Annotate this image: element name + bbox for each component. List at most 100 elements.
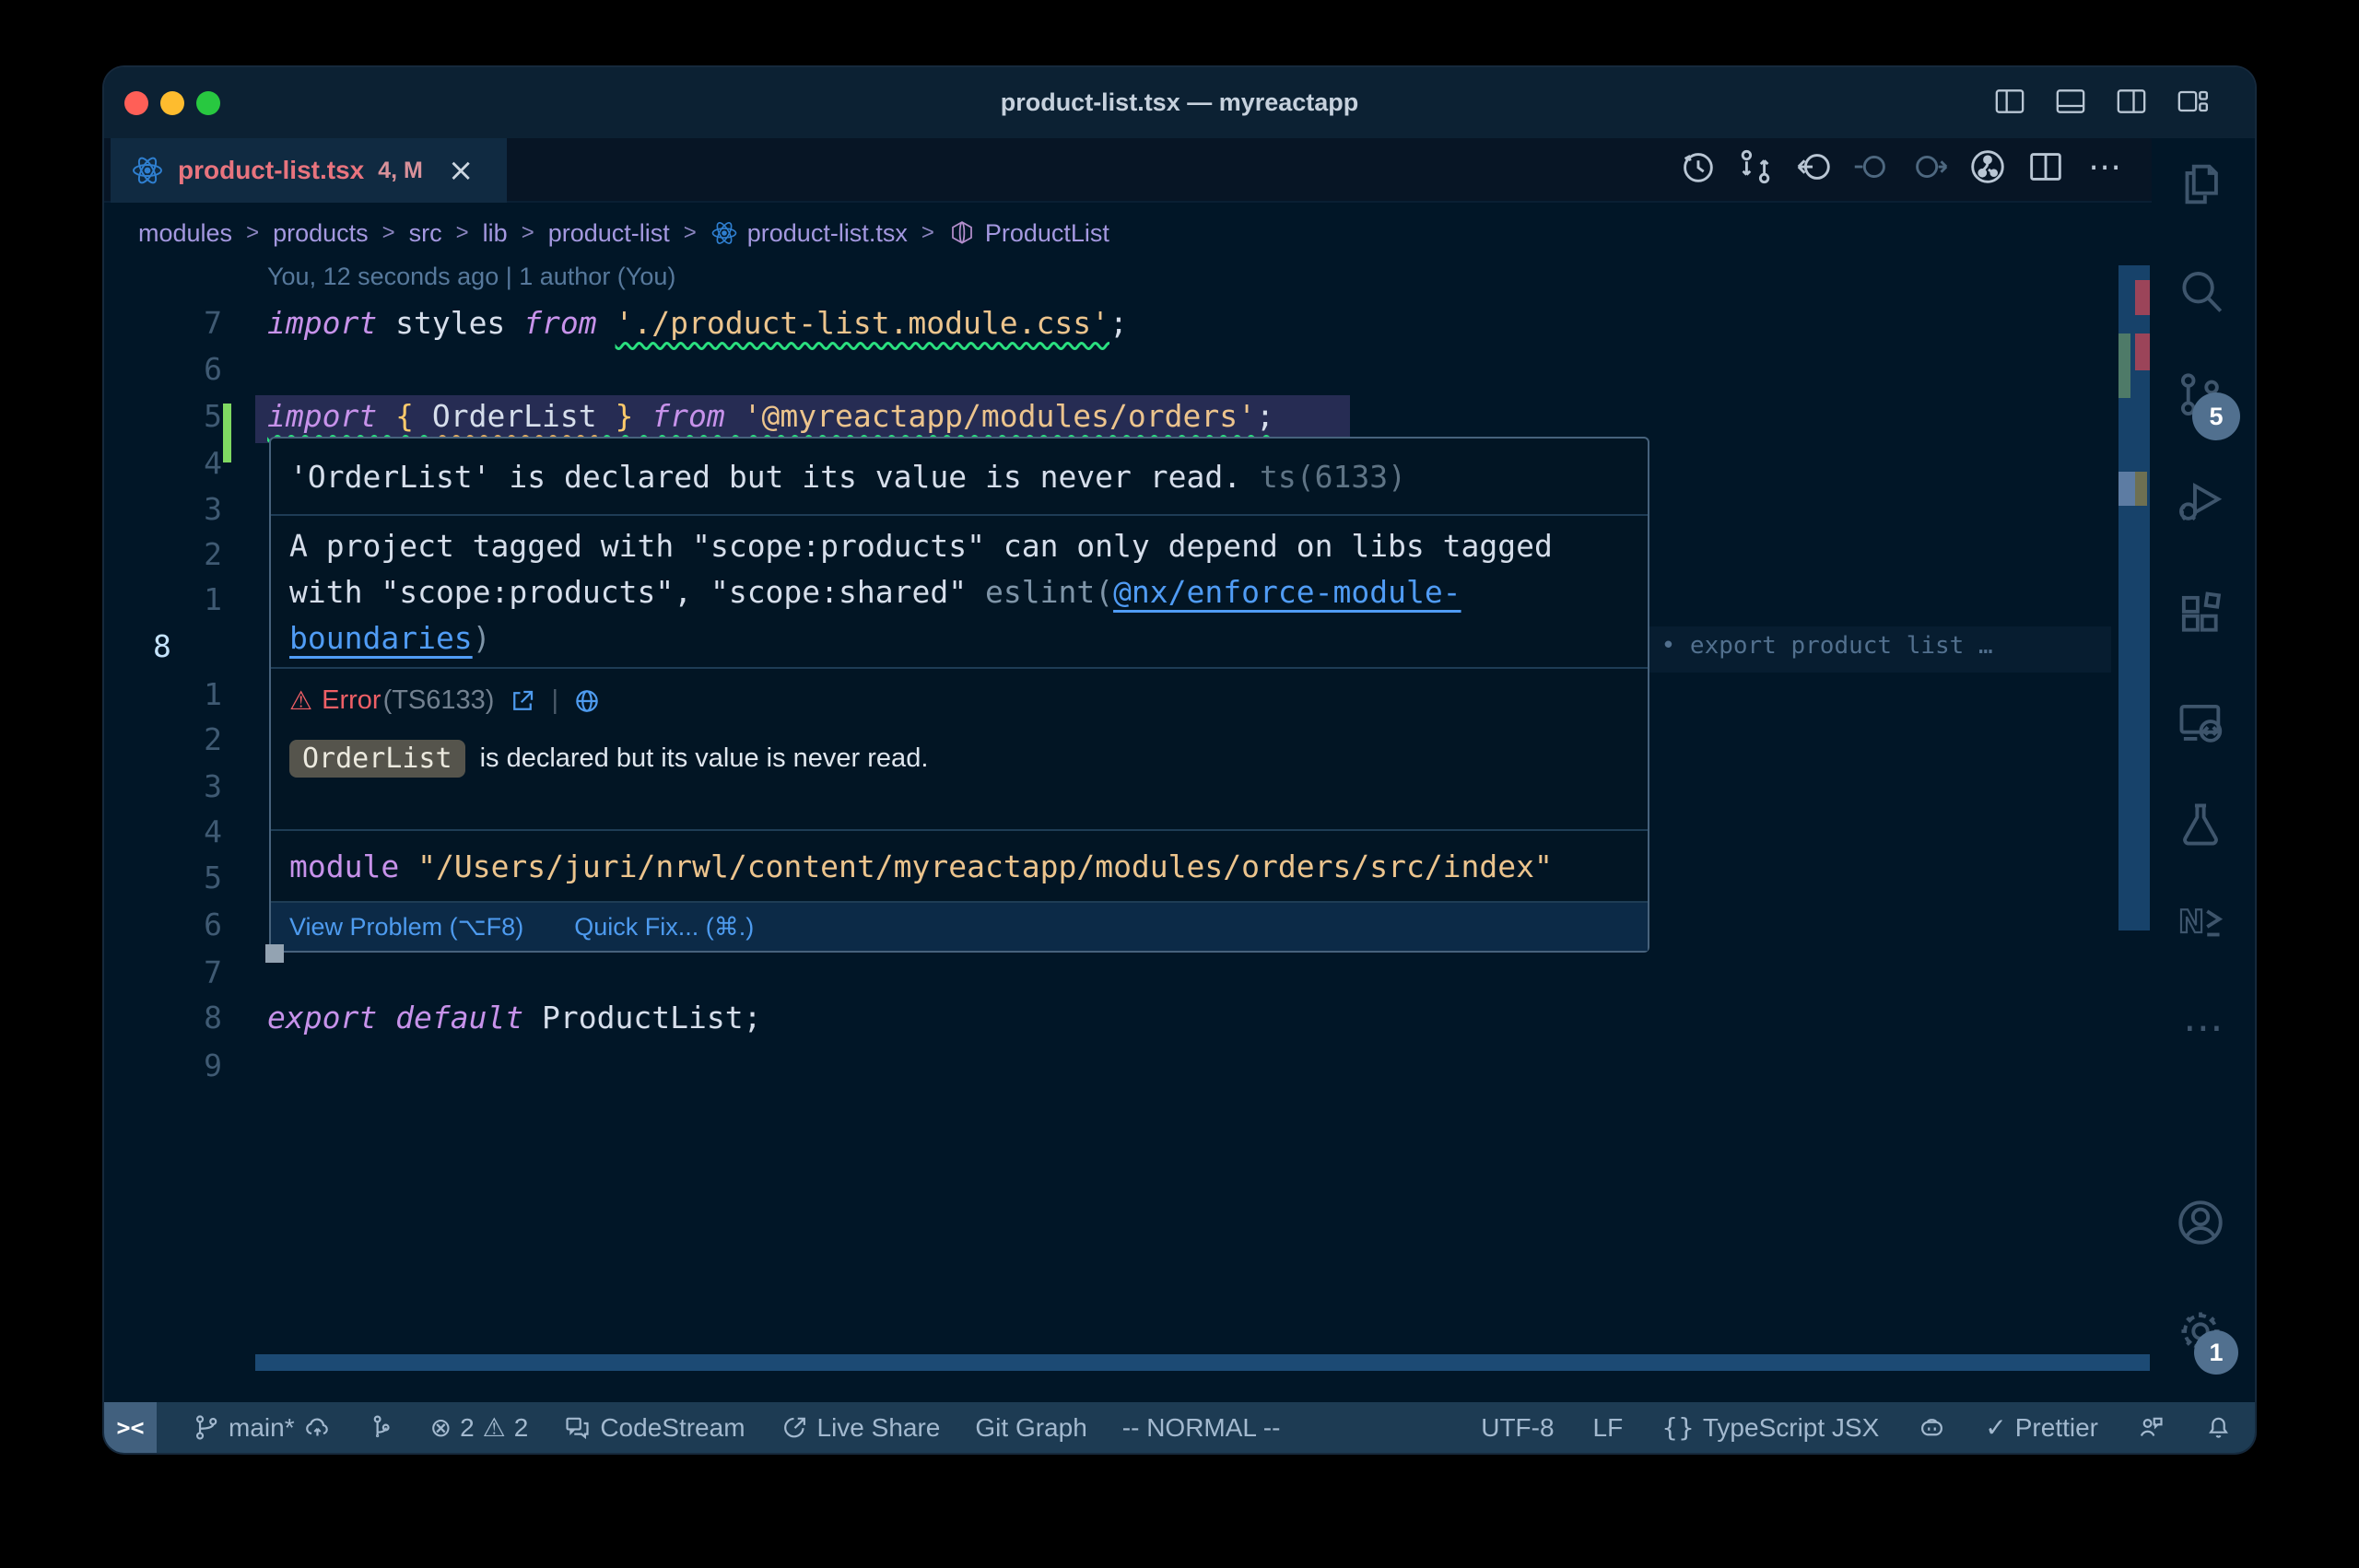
module-path: "/Users/juri/nrwl/content/myreactapp/mod… (417, 848, 1553, 884)
breadcrumb-modules[interactable]: modules (138, 219, 232, 248)
semicolon: ; (744, 1000, 762, 1036)
status-bar: >< main* ⊗ 2 ⚠ 2 CodeStream Live Sha (104, 1402, 2255, 1453)
breadcrumb-lib[interactable]: lib (483, 219, 508, 248)
nx-console-icon[interactable]: N (2174, 895, 2227, 948)
macos-close-button[interactable] (124, 91, 148, 115)
prettier-indicator[interactable]: ✓ Prettier (1985, 1412, 2098, 1443)
eol-indicator[interactable]: LF (1593, 1413, 1624, 1443)
problems-indicator[interactable]: ⊗ 2 ⚠ 2 (430, 1412, 529, 1443)
split-editor-icon[interactable] (2025, 146, 2067, 188)
explorer-icon[interactable] (2174, 158, 2227, 211)
ruler-change-marker (2118, 333, 2130, 398)
prettier-label: Prettier (2015, 1413, 2098, 1443)
bell-icon (2204, 1413, 2233, 1442)
navigate-back-icon[interactable] (1792, 146, 1835, 188)
semicolon: ; (1109, 305, 1128, 341)
window-title: product-list.tsx — myreactapp (104, 67, 2255, 138)
remote-explorer-icon[interactable] (2174, 696, 2227, 750)
line-number[interactable]: 5 (159, 398, 222, 434)
more-actions-icon[interactable]: ⋯ (2083, 148, 2127, 186)
testing-icon[interactable] (2174, 798, 2227, 851)
line-number[interactable]: 6 (159, 907, 222, 942)
vim-mode-label: -- NORMAL -- (1122, 1413, 1281, 1443)
feedback-button[interactable] (2137, 1413, 2165, 1442)
current-line-number[interactable]: 8 (153, 628, 216, 664)
language-mode-indicator[interactable]: {} TypeScript JSX (1661, 1412, 1879, 1443)
open-external-icon[interactable] (509, 687, 536, 715)
quick-fix-action[interactable]: Quick Fix... (⌘.) (574, 913, 754, 942)
line-number[interactable]: 4 (159, 813, 222, 849)
git-graph-button[interactable]: Git Graph (975, 1413, 1086, 1443)
line-number[interactable]: 1 (159, 676, 222, 712)
macos-minimize-button[interactable] (160, 91, 184, 115)
tab-product-list[interactable]: product-list.tsx 4, M × (111, 138, 507, 203)
react-file-icon (710, 219, 738, 247)
breadcrumb-src[interactable]: src (409, 219, 442, 248)
code-line-import-styles[interactable]: import styles from './product-list.modul… (267, 305, 1128, 341)
tab-close-icon[interactable]: × (448, 155, 475, 186)
code-line-export-default[interactable]: export default ProductList; (267, 1000, 761, 1036)
line-number[interactable]: 9 (159, 1047, 222, 1083)
extensions-icon[interactable] (2174, 588, 2227, 641)
tooltip-resize-grip[interactable] (265, 944, 284, 963)
code-line-import-orderlist[interactable]: import { OrderList } from '@myreactapp/m… (267, 398, 1274, 434)
codestream-button[interactable]: CodeStream (563, 1413, 745, 1443)
line-number[interactable]: 5 (159, 860, 222, 895)
warning-triangle-icon: ⚠ (289, 685, 312, 716)
encoding-indicator[interactable]: UTF-8 (1481, 1413, 1554, 1443)
braces-icon: {} (1661, 1412, 1695, 1443)
live-share-button[interactable]: Live Share (780, 1413, 941, 1443)
keyword-export: export (267, 1000, 377, 1036)
macos-maximize-button[interactable] (196, 91, 220, 115)
globe-icon[interactable] (573, 687, 601, 715)
commit-graph-button[interactable] (367, 1413, 395, 1442)
commit-graph-icon (367, 1413, 395, 1442)
source-control-graph-icon[interactable] (1966, 146, 2009, 188)
tab-problems-badge: 4, M (378, 158, 423, 184)
open-changes-icon[interactable] (1734, 146, 1777, 188)
error-code: (TS6133) (383, 685, 495, 716)
breadcrumb-products[interactable]: products (273, 219, 369, 248)
line-number[interactable]: 2 (159, 536, 222, 572)
toggle-primary-sidebar-icon[interactable] (1991, 83, 2028, 120)
git-graph-label: Git Graph (975, 1413, 1086, 1443)
account-icon[interactable] (2174, 1196, 2227, 1249)
line-number[interactable]: 2 (159, 721, 222, 757)
breadcrumb-symbol[interactable]: ProductList (948, 219, 1109, 248)
timeline-icon[interactable] (1676, 146, 1719, 188)
line-number[interactable]: 6 (159, 351, 222, 387)
view-problem-action[interactable]: View Problem (⌥F8) (289, 913, 523, 942)
remote-indicator[interactable]: >< (104, 1402, 157, 1453)
vim-mode-indicator[interactable]: -- NORMAL -- (1122, 1413, 1281, 1443)
breadcrumb-file-label: product-list.tsx (747, 219, 908, 248)
copilot-button[interactable] (1918, 1413, 1946, 1442)
customize-layout-icon[interactable] (2174, 83, 2211, 120)
next-change-icon[interactable] (1908, 146, 1951, 188)
line-number[interactable]: 7 (159, 305, 222, 341)
additional-views-icon[interactable]: ⋯ (2152, 1004, 2255, 1051)
tab-bar: product-list.tsx 4, M × ⋯ (104, 138, 2152, 203)
line-number[interactable]: 1 (159, 581, 222, 617)
symbol-class-icon (948, 219, 976, 247)
run-and-debug-icon[interactable] (2174, 474, 2227, 527)
toggle-panel-icon[interactable] (2052, 83, 2089, 120)
line-number[interactable]: 4 (159, 445, 222, 481)
horizontal-scrollbar[interactable] (255, 1354, 2150, 1371)
ruler-error-marker (2135, 333, 2150, 370)
breadcrumb-product-list[interactable]: product-list (548, 219, 670, 248)
search-icon[interactable] (2174, 265, 2227, 319)
editor-scrollbar[interactable] (2118, 265, 2150, 930)
code-editor[interactable]: 7 6 5 4 3 2 1 8 1 2 3 4 5 6 7 8 9 You, 1… (104, 262, 2152, 1402)
notifications-bell-button[interactable] (2204, 1413, 2233, 1442)
tooltip-error-detail: ⚠ Error(TS6133) | OrderList is declared … (271, 667, 1648, 829)
toggle-secondary-sidebar-icon[interactable] (2113, 83, 2150, 120)
live-share-icon (780, 1413, 809, 1442)
line-number[interactable]: 3 (159, 768, 222, 804)
line-number[interactable]: 3 (159, 491, 222, 527)
breadcrumb-file[interactable]: product-list.tsx (710, 219, 908, 248)
line-number[interactable]: 7 (159, 954, 222, 990)
line-number[interactable]: 8 (159, 1000, 222, 1036)
branch-indicator[interactable]: main* (192, 1413, 332, 1443)
previous-change-icon[interactable] (1850, 146, 1893, 188)
titlebar[interactable]: product-list.tsx — myreactapp (104, 67, 2255, 138)
